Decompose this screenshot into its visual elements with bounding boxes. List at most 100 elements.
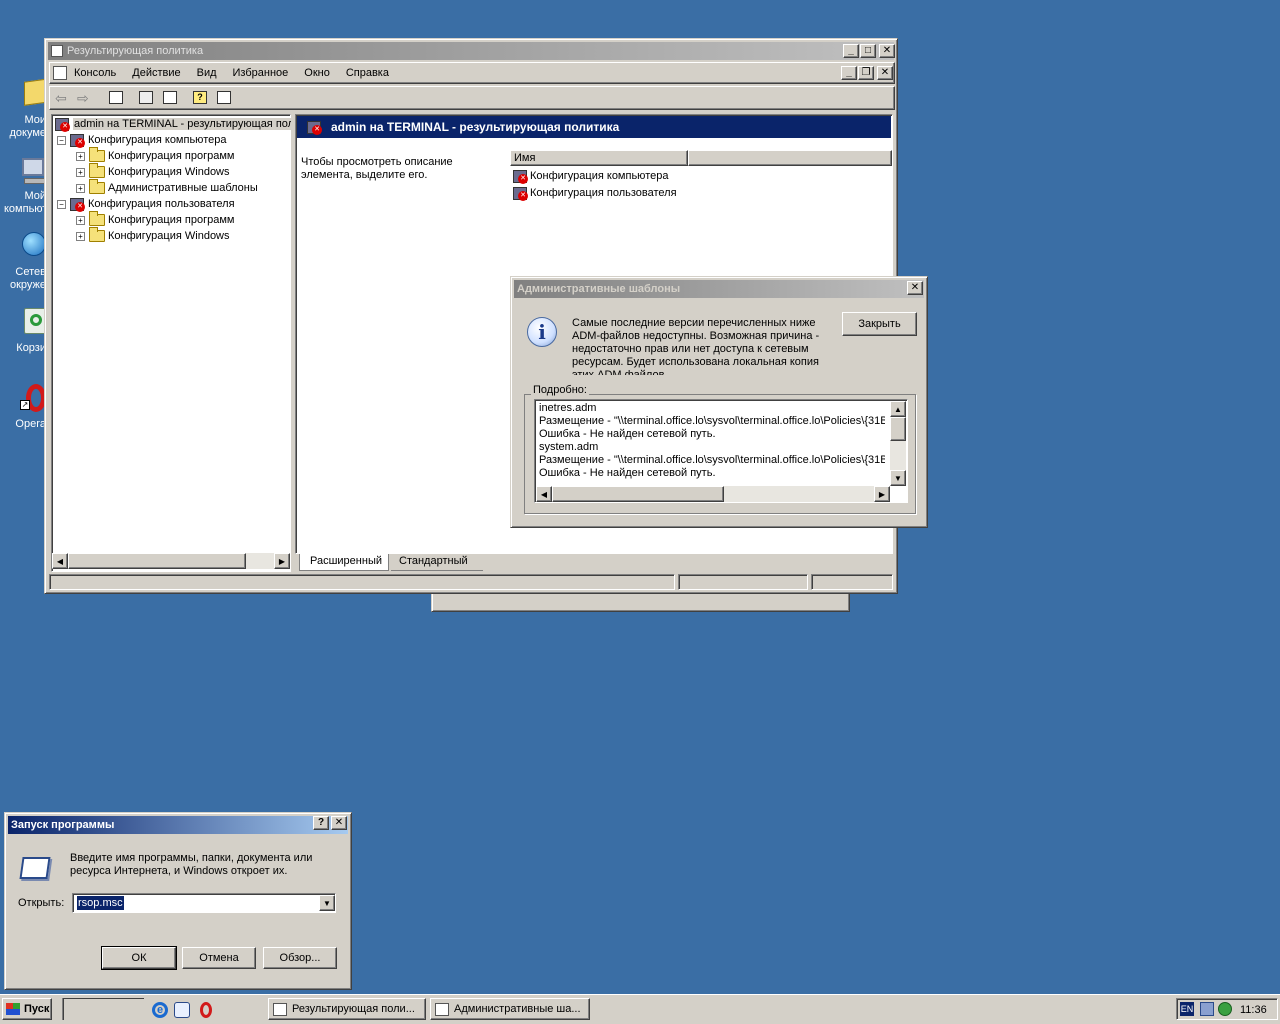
- folder-icon: [89, 211, 105, 226]
- details-line: Ошибка - Не найден сетевой путь.: [539, 467, 716, 479]
- details-line: Ошибка - Не найден сетевой путь.: [539, 428, 716, 440]
- details-hscroll-thumb[interactable]: [552, 486, 724, 502]
- taskbar-task-rsop[interactable]: Результирующая поли...: [268, 998, 426, 1020]
- folder-icon: [89, 163, 105, 178]
- list-item-computer-config[interactable]: Конфигурация компьютера: [513, 168, 668, 184]
- taskbar-task-adm[interactable]: Административные ша...: [430, 998, 590, 1020]
- child-close-button[interactable]: ✕: [877, 66, 893, 80]
- rsop-titlebar[interactable]: Результирующая политика: [48, 42, 894, 60]
- details-line: Размещение - "\\terminal.office.lo\sysvo…: [539, 415, 885, 427]
- ok-button[interactable]: ОК: [101, 946, 177, 970]
- browse-button[interactable]: Обзор...: [263, 947, 337, 969]
- folder-icon: [89, 179, 105, 194]
- results-header: admin на TERMINAL - результирующая полит…: [297, 116, 891, 138]
- info-icon: i: [527, 317, 557, 347]
- description-text: Чтобы просмотреть описание элемента, выд…: [301, 156, 453, 181]
- combobox-dropdown-icon[interactable]: ▼: [319, 895, 335, 911]
- scroll-right-icon[interactable]: ▶: [274, 553, 290, 569]
- menu-favorites[interactable]: Избранное: [233, 67, 289, 79]
- adm-message: Самые последние версии перечисленных ниж…: [572, 317, 820, 375]
- child-restore-button[interactable]: ❐: [858, 66, 874, 80]
- menu-view[interactable]: Вид: [197, 67, 217, 79]
- tree-label: Конфигурация Windows: [108, 230, 230, 242]
- help-icon[interactable]: ?: [193, 91, 207, 104]
- tab-standard[interactable]: Стандартный: [391, 554, 483, 571]
- tree-computer-software[interactable]: + Конфигурация программ: [76, 147, 235, 164]
- adm-task-icon: [435, 1002, 449, 1016]
- scroll-right-icon[interactable]: ▶: [874, 486, 890, 502]
- details-textbox[interactable]: inetres.adm Размещение - "\\terminal.off…: [534, 399, 908, 503]
- show-tree-icon[interactable]: [109, 91, 123, 104]
- details-line: inetres.adm: [539, 402, 597, 414]
- back-arrow-icon[interactable]: ⇦: [55, 90, 67, 107]
- user-config-icon: [513, 186, 528, 201]
- user-config-icon: [70, 197, 85, 212]
- menu-window[interactable]: Окно: [304, 67, 330, 79]
- status-bar-section-3: [811, 574, 893, 590]
- outlook-quicklaunch-icon[interactable]: [174, 1002, 190, 1018]
- open-combobox[interactable]: rsop.msc ▼: [72, 893, 336, 913]
- update-tray-icon[interactable]: [1218, 1002, 1232, 1016]
- expand-icon[interactable]: +: [76, 231, 85, 241]
- menu-help[interactable]: Справка: [346, 67, 389, 79]
- run-dialog-title: Запуск программы: [11, 819, 115, 831]
- forward-arrow-icon[interactable]: ⇨: [77, 90, 89, 107]
- open-label: Открыть:: [18, 897, 65, 909]
- export-list-icon[interactable]: [163, 91, 177, 104]
- properties-icon[interactable]: [139, 91, 153, 104]
- results-header-title: admin на TERMINAL - результирующая полит…: [331, 120, 620, 134]
- tree-hscroll-thumb[interactable]: [68, 553, 246, 569]
- collapse-icon[interactable]: −: [57, 135, 66, 145]
- column-header-empty[interactable]: [688, 150, 892, 166]
- adm-dialog-close-button[interactable]: ✕: [907, 281, 923, 295]
- opera-quicklaunch-icon[interactable]: [200, 1002, 212, 1018]
- scroll-left-icon[interactable]: ◀: [52, 553, 68, 569]
- list-item-user-config[interactable]: Конфигурация пользователя: [513, 185, 677, 201]
- run-close-button[interactable]: ✕: [331, 816, 347, 830]
- scroll-up-icon[interactable]: ▲: [890, 401, 906, 417]
- network-tray-icon[interactable]: [1200, 1002, 1214, 1016]
- ie-quicklaunch-icon[interactable]: e: [152, 1002, 168, 1018]
- collapse-icon[interactable]: −: [57, 199, 66, 209]
- tree-user-software[interactable]: + Конфигурация программ: [76, 211, 234, 228]
- scroll-down-icon[interactable]: ▼: [890, 470, 906, 486]
- expand-icon[interactable]: +: [76, 151, 85, 161]
- show-hide-action-pane-icon[interactable]: [217, 91, 231, 104]
- maximize-button[interactable]: □: [860, 44, 876, 58]
- tree-computer-windows[interactable]: + Конфигурация Windows: [76, 163, 230, 180]
- menu-action[interactable]: Действие: [132, 67, 180, 79]
- tree-label: Конфигурация программ: [108, 150, 235, 162]
- tree-user-windows[interactable]: + Конфигурация Windows: [76, 227, 230, 244]
- close-button[interactable]: ✕: [879, 44, 895, 58]
- tab-extended[interactable]: Расширенный: [299, 554, 389, 571]
- tree-root-label: admin на TERMINAL - результирующая пол: [73, 118, 291, 130]
- tree-user-label: Конфигурация пользователя: [88, 198, 235, 210]
- cancel-button[interactable]: Отмена: [182, 947, 256, 969]
- tree-label: Административные шаблоны: [108, 182, 258, 194]
- child-minimize-button[interactable]: _: [841, 66, 857, 80]
- tree-computer-config[interactable]: − Конфигурация компьютера: [57, 132, 226, 148]
- expand-icon[interactable]: +: [76, 215, 85, 225]
- tree-computer-label: Конфигурация компьютера: [88, 134, 227, 146]
- adm-close-button[interactable]: Закрыть: [842, 312, 917, 336]
- run-dialog-titlebar[interactable]: Запуск программы: [8, 816, 348, 834]
- language-indicator[interactable]: EN: [1180, 1002, 1194, 1016]
- expand-icon[interactable]: +: [76, 167, 85, 177]
- adm-dialog-titlebar[interactable]: Административные шаблоны: [514, 280, 924, 298]
- adm-dialog-title: Административные шаблоны: [517, 283, 681, 295]
- details-vscroll-thumb[interactable]: [890, 417, 906, 441]
- column-header-name[interactable]: Имя: [510, 150, 688, 166]
- tree-computer-admin-templates[interactable]: + Административные шаблоны: [76, 179, 258, 196]
- start-button[interactable]: Пуск: [2, 998, 52, 1020]
- minimize-button[interactable]: _: [843, 44, 859, 58]
- tree-label: Конфигурация Windows: [108, 166, 230, 178]
- tree-user-config[interactable]: − Конфигурация пользователя: [57, 196, 235, 212]
- expand-icon[interactable]: +: [76, 183, 85, 193]
- run-help-button[interactable]: ?: [313, 816, 329, 830]
- rsop-header-icon: [307, 120, 322, 135]
- mmc-title-icon: [51, 45, 63, 57]
- open-input-value[interactable]: rsop.msc: [77, 896, 124, 910]
- scroll-left-icon[interactable]: ◀: [536, 486, 552, 502]
- tree-root[interactable]: admin на TERMINAL - результирующая пол: [55, 116, 291, 132]
- menu-console[interactable]: Консоль: [74, 67, 116, 79]
